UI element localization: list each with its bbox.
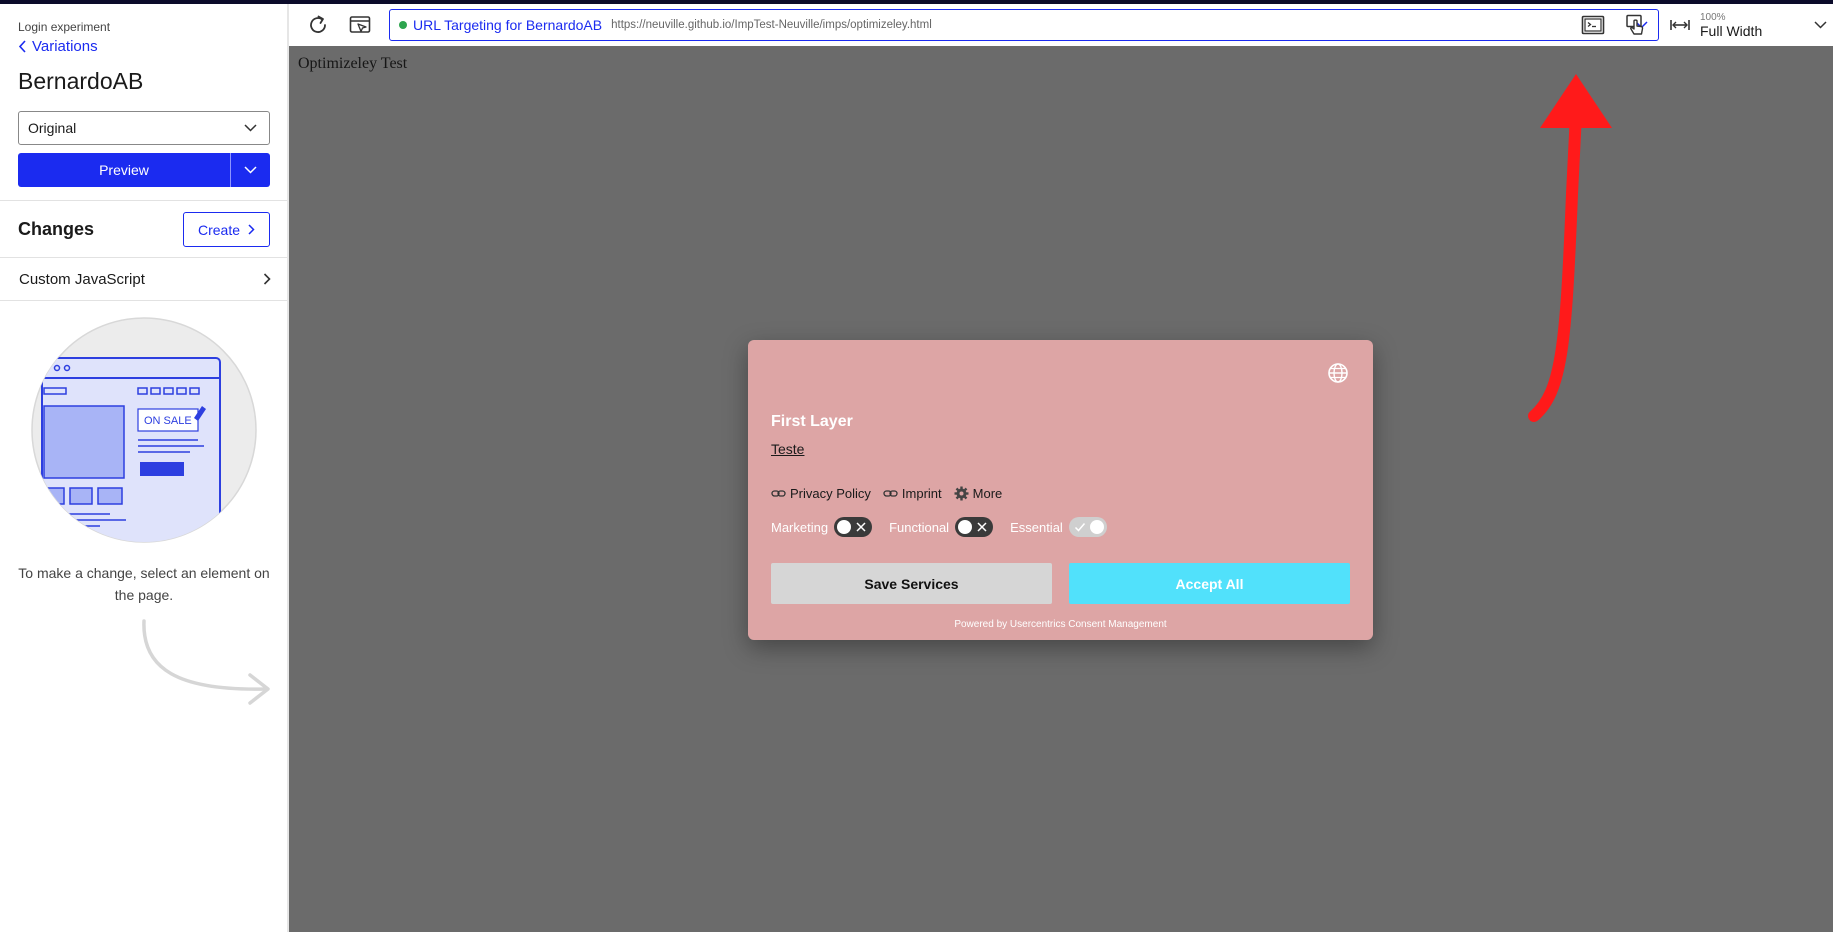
navigate-mode-button[interactable] — [345, 10, 375, 40]
create-label: Create — [197, 221, 241, 238]
imprint-label: Imprint — [901, 485, 942, 501]
width-arrows-icon — [1670, 20, 1690, 30]
toggle-label-functional: Functional — [889, 519, 950, 535]
page-heading-text[interactable]: Optimizeley Test — [298, 55, 407, 73]
check-icon — [1074, 523, 1085, 532]
variation-select[interactable]: Original — [18, 111, 270, 145]
powered-by-text: Powered by Usercentrics Consent Manageme… — [954, 619, 1167, 630]
changes-heading: Changes — [18, 219, 95, 239]
toggle-knob — [837, 520, 852, 534]
variation-select-value: Original — [28, 120, 77, 136]
pointer-hand-icon — [1626, 14, 1644, 35]
chevron-down-icon — [244, 124, 257, 132]
viewport-zoom-select[interactable]: 100% Full Width — [1669, 6, 1833, 44]
refresh-icon — [310, 15, 326, 33]
imprint-link[interactable]: Imprint — [883, 486, 942, 501]
empty-state-message: To make a change, select an element on t… — [18, 565, 270, 603]
editor-toolbar: URL Targeting for BernardoAB https://neu… — [289, 4, 1833, 46]
back-to-variations-link[interactable]: Variations — [18, 38, 98, 55]
consent-description-link[interactable]: Teste — [771, 441, 804, 457]
zoom-text: 100% Full Width — [1700, 12, 1762, 39]
chevron-down-icon — [244, 166, 257, 174]
toggle-essential[interactable] — [1068, 517, 1107, 537]
code-editor-button[interactable] — [1578, 10, 1608, 40]
change-item-label: Custom JavaScript — [19, 270, 145, 288]
status-dot — [399, 21, 407, 29]
consent-modal[interactable]: First Layer Teste Privacy Policy Imprint… — [748, 340, 1373, 640]
url-targeting-name: URL Targeting for BernardoAB — [413, 17, 603, 33]
toggle-marketing[interactable] — [834, 517, 873, 537]
accept-all-button[interactable]: Accept All — [1069, 563, 1350, 604]
chevron-right-icon — [248, 224, 255, 235]
close-icon — [856, 522, 866, 532]
url-text: https://neuville.github.io/ImpTest-Neuvi… — [611, 19, 932, 31]
page-preview-canvas[interactable]: Optimizeley Test First Layer Teste Priva… — [289, 46, 1833, 932]
preview-button-group: Preview — [18, 153, 270, 187]
interactive-mode-button[interactable] — [1621, 10, 1651, 40]
consent-links: Privacy Policy Imprint More — [771, 483, 1002, 503]
change-item-custom-javascript[interactable]: Custom JavaScript — [0, 258, 287, 300]
sidebar: Login experiment Variations BernardoAB O… — [0, 4, 289, 932]
preview-button[interactable]: Preview — [18, 153, 230, 187]
toggle-knob — [958, 520, 973, 534]
divider — [0, 200, 287, 201]
url-targeting-bar[interactable]: URL Targeting for BernardoAB https://neu… — [389, 9, 1659, 41]
toggle-label-essential: Essential — [1010, 519, 1063, 535]
consent-toggles: Marketing Functional Essential — [771, 516, 1124, 538]
toggle-label-marketing: Marketing — [771, 519, 829, 535]
chevron-right-icon — [263, 273, 271, 285]
illustration-sale-tag: ON SALE — [144, 415, 192, 427]
toggle-knob — [1089, 520, 1104, 534]
experiment-kicker: Login experiment — [18, 20, 111, 34]
toggle-functional[interactable] — [955, 517, 994, 537]
preview-options-button[interactable] — [230, 153, 270, 187]
create-change-button[interactable]: Create — [183, 212, 270, 247]
empty-state-illustration: ON SALE — [31, 317, 257, 543]
chevron-down-icon — [1814, 21, 1827, 29]
link-icon — [883, 489, 898, 497]
close-icon — [977, 522, 987, 532]
terminal-icon — [1581, 15, 1605, 35]
gear-icon — [954, 486, 969, 500]
back-link-label: Variations — [32, 38, 98, 55]
variation-title: BernardoAB — [18, 68, 144, 94]
browser-cursor-icon — [349, 16, 371, 33]
consent-title: First Layer — [771, 413, 853, 430]
privacy-policy-label: Privacy Policy — [790, 485, 871, 501]
more-label: More — [972, 485, 1003, 501]
zoom-percent: 100% — [1700, 11, 1726, 23]
more-link[interactable]: More — [954, 485, 1003, 501]
app-window: Login experiment Variations BernardoAB O… — [0, 0, 1833, 932]
privacy-policy-link[interactable]: Privacy Policy — [771, 486, 871, 501]
curved-arrow-icon — [142, 619, 270, 705]
zoom-mode: Full Width — [1700, 22, 1763, 39]
refresh-button[interactable] — [303, 10, 333, 40]
link-icon — [771, 489, 786, 497]
divider — [0, 300, 287, 301]
save-services-button[interactable]: Save Services — [771, 563, 1052, 604]
globe-icon[interactable] — [1327, 362, 1349, 384]
chevron-left-icon — [18, 40, 26, 53]
